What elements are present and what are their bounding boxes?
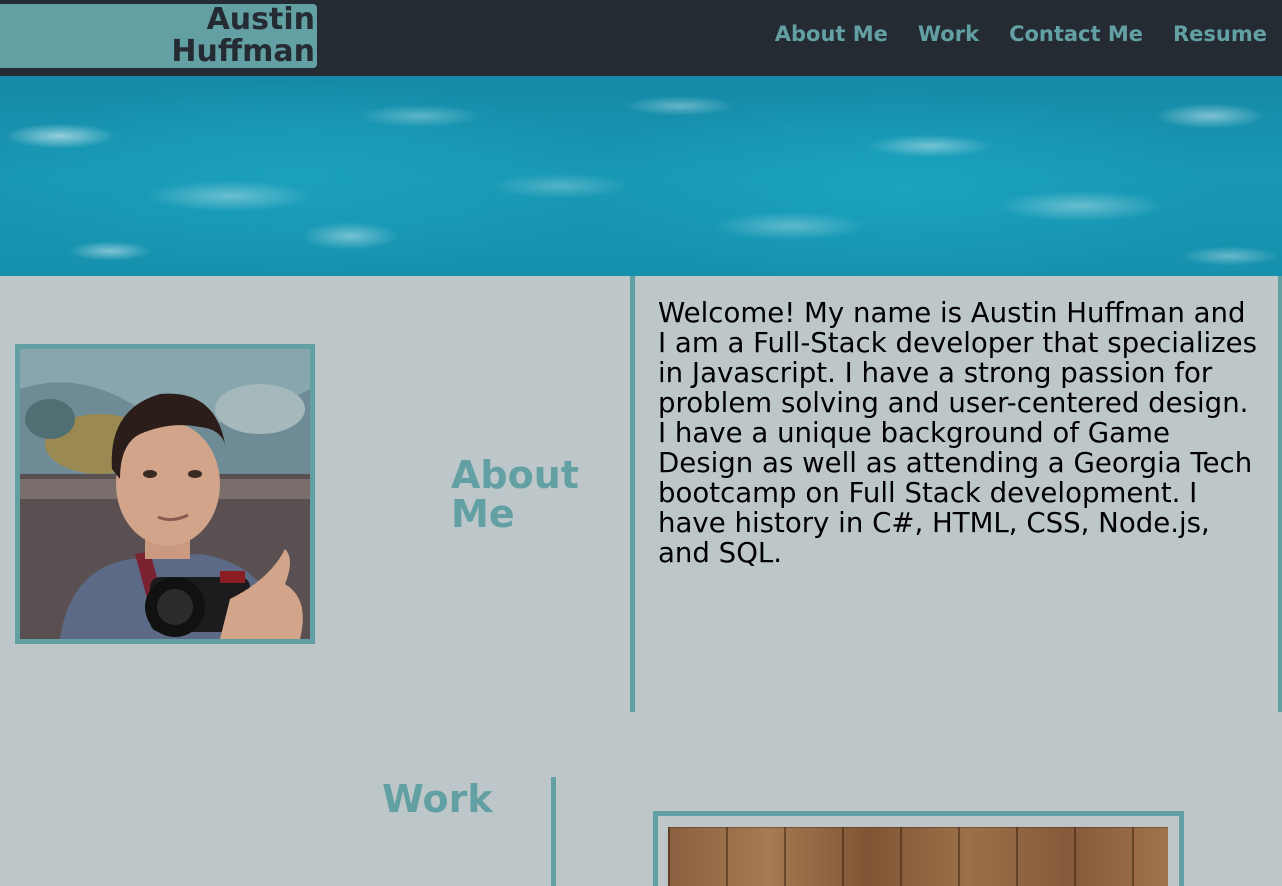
about-me-heading: About Me: [451, 456, 579, 534]
nav-link-resume[interactable]: Resume: [1173, 22, 1267, 46]
work-project-card[interactable]: [653, 811, 1184, 886]
brand-first-name: Austin: [206, 2, 315, 37]
nav-link-contact-me[interactable]: Contact Me: [1009, 22, 1143, 46]
site-brand[interactable]: Austin Huffman: [0, 4, 317, 68]
profile-photo: [15, 344, 315, 644]
work-divider: [551, 777, 556, 886]
nav-link-about-me[interactable]: About Me: [775, 22, 888, 46]
about-divider-right: [1278, 276, 1282, 712]
top-navigation-bar: Austin Huffman About Me Work Contact Me …: [0, 0, 1282, 76]
about-heading-line2: Me: [451, 492, 515, 536]
about-divider-left: [630, 276, 635, 712]
profile-photo-illustration: [20, 349, 310, 639]
brand-last-name: Huffman: [171, 34, 315, 69]
hero-water-banner: [0, 76, 1282, 276]
main-nav: About Me Work Contact Me Resume: [775, 22, 1267, 46]
about-me-paragraph: Welcome! My name is Austin Huffman and I…: [658, 296, 1258, 569]
project-thumbnail-wood: [668, 827, 1168, 886]
work-heading: Work: [382, 777, 493, 821]
nav-link-work[interactable]: Work: [918, 22, 979, 46]
about-heading-line1: About: [451, 453, 579, 497]
